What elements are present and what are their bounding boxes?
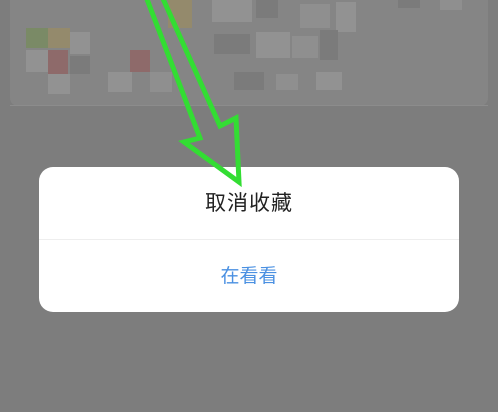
background-divider (10, 105, 488, 106)
action-sheet-dialog: 取消收藏 在看看 (39, 167, 459, 312)
screen: 取消收藏 在看看 (0, 0, 498, 412)
look-again-button[interactable]: 在看看 (39, 240, 459, 312)
unfavorite-option[interactable]: 取消收藏 (39, 167, 459, 239)
